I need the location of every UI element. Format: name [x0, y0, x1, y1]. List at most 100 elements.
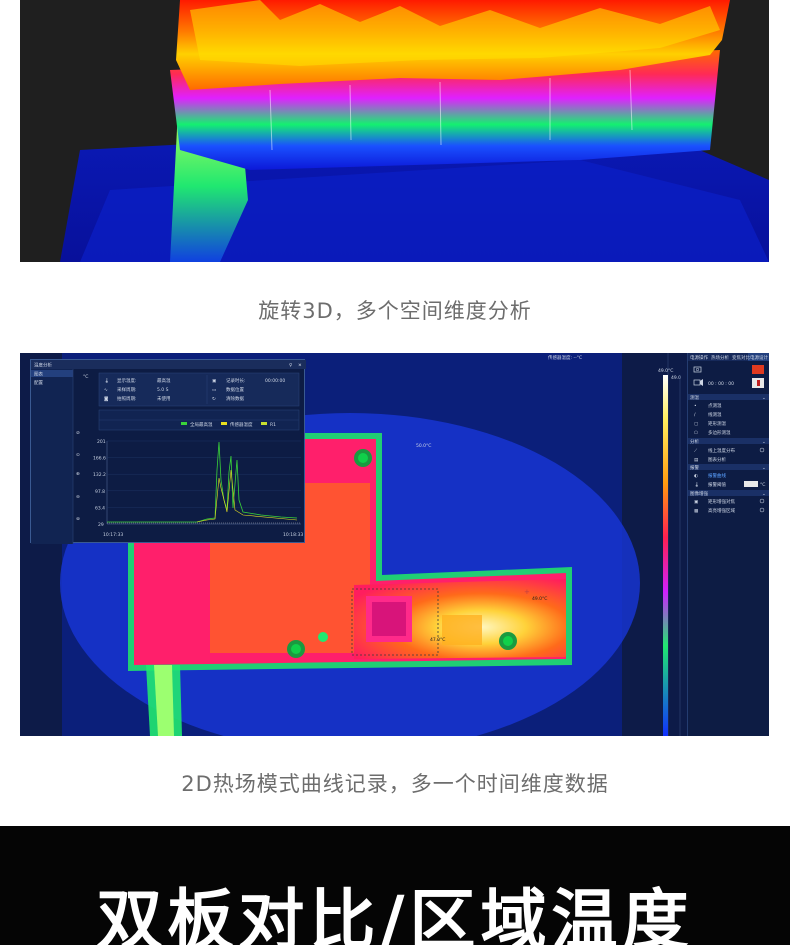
tool-rect-measure[interactable]: 矩形测温 [708, 420, 726, 427]
y-tick: 166.6 [93, 456, 106, 462]
zoom-icon[interactable]: ⊙ [76, 453, 80, 458]
clear-data-button[interactable]: 清除数据 [226, 395, 244, 402]
y-tick: 201 [97, 439, 106, 445]
bottom-banner: 双板对比/区域温度 [0, 826, 790, 945]
series-sensor-temp [196, 469, 298, 523]
info-icon[interactable] [759, 498, 765, 504]
color-scale-bar [663, 375, 668, 736]
chart-icon[interactable]: ▤ [694, 458, 698, 463]
rect-measure-icon[interactable]: ▢ [694, 422, 698, 427]
settings-icon[interactable]: ⊚ [76, 517, 80, 522]
page: 旋转3D，多个空间维度分析 50.0°C 49.0°C 47.0°C + 传感器… [0, 0, 790, 945]
spot-label-hot: 49.0°C [532, 596, 547, 602]
legend-sensor-temp: 传感器温度 [230, 421, 253, 428]
spot-label-center: 50.0°C [416, 443, 431, 449]
scale-mark-label: 49.0 [671, 375, 681, 381]
crosshair-icon: + [524, 588, 530, 596]
camera-icon[interactable] [693, 366, 702, 373]
info-sample-period-label: 采样周期: [117, 386, 137, 393]
tool-point-measure[interactable]: 点测温 [708, 402, 722, 409]
info-photo-period-label: 拍照周期: [117, 395, 137, 402]
info-photo-period-value[interactable]: 未使用 [157, 395, 171, 402]
sensor-temp-readout: 传感器温度: --°C [548, 354, 582, 361]
close-icon[interactable]: ✕ [298, 364, 302, 369]
threshold-input[interactable] [744, 481, 758, 487]
chevron-down-icon[interactable]: ⌄ [762, 492, 766, 497]
unit-label: °C [83, 374, 88, 380]
section-analysis-title: 分析 [690, 438, 699, 445]
info-icon[interactable] [759, 447, 765, 453]
line-chart-icon[interactable]: ⟋ [694, 448, 698, 454]
caption-rotate-3d: 旋转3D，多个空间维度分析 [258, 299, 532, 323]
focus-icon[interactable]: ▣ [694, 500, 698, 505]
save-icon: ▣ [212, 379, 216, 384]
temperature-plot: 201 166.6 132.2 97.8 63.4 29 10:17:33 10… [93, 439, 303, 538]
right-control-panel: 电源操作 热场分析 变焦对比 电源设计 00 : 00 : 00 测温 ⌄ • … [687, 353, 769, 736]
x-tick: 10:18:33 [283, 532, 303, 538]
tool-rect-focus[interactable]: 矩形增强对焦 [708, 498, 735, 505]
caption-curve-record: 2D热场模式曲线记录，多一个时间维度数据 [181, 772, 609, 796]
section-alarm-title: 报警 [690, 464, 699, 471]
y-tick: 132.2 [93, 472, 106, 478]
tool-alarm-threshold[interactable]: 报警阈值 [708, 481, 726, 488]
y-tick: 29 [98, 522, 104, 528]
tool-highlight-area[interactable]: 高亮增强区域 [708, 507, 735, 514]
tool-alarm-curve[interactable]: 报警曲线 [708, 472, 726, 479]
tool-chart-analysis[interactable]: 图表分析 [708, 456, 726, 463]
tab-power-operation[interactable]: 电源操作 [690, 354, 708, 361]
pin-icon[interactable]: ⚲ [289, 363, 292, 369]
record-button[interactable] [752, 365, 764, 374]
section-measure-title: 测温 [690, 394, 699, 401]
camera-icon: ◙ [104, 396, 108, 402]
tab-zoom-compare[interactable]: 变焦对比 [732, 354, 750, 361]
thermal-2d-screenshot: 50.0°C 49.0°C 47.0°C + 传感器温度: --°C 49.0°… [20, 353, 769, 736]
point-measure-icon[interactable]: • [694, 404, 697, 409]
data-location-button[interactable]: 数据位置 [226, 386, 244, 393]
temperature-analysis-window: 温度分析 ⚲ ✕ 图表 配置 °C 🌡 显示温度: 最高温 ∿ 采样周期: 5.… [30, 359, 306, 544]
info-record-duration-label: 记录时长: [226, 377, 246, 384]
zoom-out-icon[interactable]: ⊖ [76, 495, 80, 500]
alarm-curve-icon[interactable]: ◐ [694, 474, 698, 479]
thermometer-icon: 🌡 [104, 378, 110, 384]
thermal-3d-surface [60, 0, 769, 262]
zoom-in-icon[interactable]: ⊕ [76, 472, 80, 477]
reset-icon[interactable]: ⊘ [76, 431, 80, 436]
info-record-duration-value: 00:00:00 [265, 378, 285, 384]
menu-item-config[interactable]: 配置 [34, 380, 43, 386]
tool-line-measure[interactable]: 线测温 [708, 411, 722, 418]
info-icon[interactable] [759, 507, 765, 513]
folder-icon[interactable]: ▭ [212, 388, 216, 393]
y-tick: 97.8 [95, 489, 105, 495]
info-display-temp-value[interactable]: 最高温 [157, 377, 171, 384]
line-measure-icon[interactable]: / [694, 412, 696, 418]
polygon-measure-icon[interactable]: ⬠ [694, 430, 698, 436]
y-tick: 63.4 [95, 505, 105, 511]
spot-label-low: 47.0°C [430, 637, 445, 643]
section-enhance-title: 图像增强 [690, 490, 708, 497]
tab-thermal-analysis[interactable]: 热场分析 [711, 354, 729, 361]
refresh-icon[interactable]: ↻ [212, 397, 216, 402]
thermal-3d-image [20, 0, 769, 262]
wave-icon: ∿ [104, 388, 108, 393]
thermometer-icon[interactable]: 🌡 [694, 482, 700, 488]
banner-title: 双板对比/区域温度 [96, 882, 694, 945]
series-global-max [107, 441, 298, 523]
window-title: 温度分析 [34, 362, 52, 369]
menu-item-chart[interactable]: 图表 [34, 371, 43, 378]
tool-polygon-measure[interactable]: 多边形测温 [708, 429, 731, 436]
tool-line-distribution[interactable]: 线上温度分布 [708, 447, 735, 454]
info-sample-period-value[interactable]: 5.0 S [157, 387, 169, 393]
chevron-down-icon[interactable]: ⌄ [762, 440, 766, 445]
tab-power-design[interactable]: 电源设计 [750, 354, 768, 361]
record-timer: 00 : 00 : 00 [708, 381, 734, 387]
chevron-down-icon[interactable]: ⌄ [762, 466, 766, 471]
info-display-temp-label: 显示温度: [117, 377, 137, 384]
scale-max-label: 49.0°C [658, 368, 673, 374]
chevron-down-icon[interactable]: ⌄ [762, 396, 766, 401]
legend-r1: R1 [270, 422, 276, 428]
highlight-icon[interactable]: ▩ [694, 509, 698, 514]
video-icon[interactable] [693, 379, 703, 386]
x-tick: 10:17:33 [103, 532, 123, 538]
legend-global-max: 全局最高温 [190, 421, 213, 428]
threshold-unit: °C [760, 482, 765, 488]
